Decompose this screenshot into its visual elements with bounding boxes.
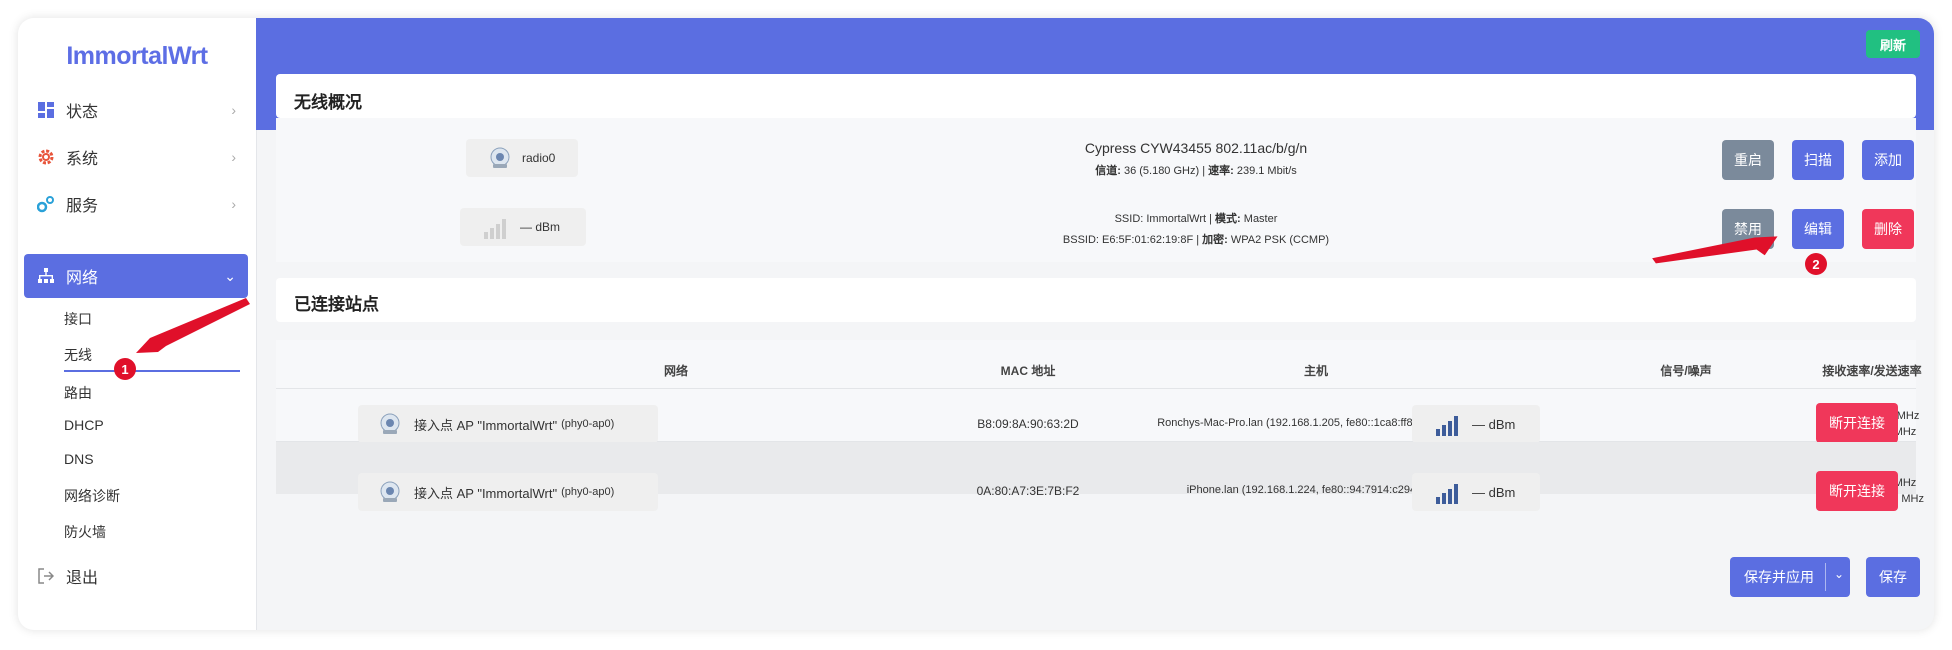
column-header: 接收速率/发送速率 — [1822, 364, 1922, 378]
restart-button[interactable]: 重启 — [1722, 140, 1774, 180]
chevron-down-icon[interactable]: ⌄ — [1834, 567, 1844, 581]
chevron-right-icon: › — [231, 102, 236, 118]
mac-cell: B8:09:8A:90:63:2D — [977, 417, 1079, 431]
main-content: 刷新 无线概况 radio0 Cypress CYW43455 802.11ac… — [256, 18, 1934, 630]
signal-bars-icon — [484, 215, 510, 239]
bssid-line: BSSID: E6:5F:01:62:19:8F | 加密: WPA2 PSK … — [1062, 234, 1330, 246]
app-logo[interactable]: ImmortalWrt — [18, 42, 256, 71]
radio-model: Cypress CYW43455 802.11ac/b/g/n — [1084, 140, 1308, 156]
signal-bars-icon — [1436, 412, 1462, 436]
subnav-wireless[interactable]: 无线 — [64, 345, 92, 365]
sidebar-item-label: 服务 — [66, 198, 99, 215]
signal-badge: — dBm — [460, 208, 586, 246]
split-divider — [1825, 563, 1826, 591]
subnav-dhcp[interactable]: DHCP — [64, 417, 104, 433]
disable-button[interactable]: 禁用 — [1722, 209, 1774, 249]
subnav-dns[interactable]: DNS — [64, 451, 94, 467]
dashboard-icon — [36, 100, 56, 120]
signal-bars-icon — [1436, 480, 1462, 504]
section-title: 已连接站点 — [294, 295, 379, 314]
ssid-line: SSID: ImmortalWrt | 模式: Master — [1114, 213, 1278, 225]
edit-button[interactable]: 编辑 — [1792, 209, 1844, 249]
wireless-router-icon — [488, 146, 512, 170]
gear-icon — [36, 147, 56, 167]
sidebar-item-label: 网络 — [66, 270, 99, 287]
app-window: ImmortalWrt 状态 › 系统 › 服务 › 网络 ⌄ 接口 无线 路由… — [18, 18, 1934, 630]
stations-header: 已连接站点 — [276, 278, 1916, 322]
network-icon — [36, 266, 56, 286]
scan-button[interactable]: 扫描 — [1792, 140, 1844, 180]
subnav-active-indicator — [64, 370, 240, 372]
disconnect-button[interactable]: 断开连接 — [1816, 403, 1898, 443]
radio-badge: radio0 — [466, 139, 578, 177]
sidebar: ImmortalWrt 状态 › 系统 › 服务 › 网络 ⌄ 接口 无线 路由… — [18, 18, 257, 630]
disconnect-button[interactable]: 断开连接 — [1816, 471, 1898, 511]
column-header: MAC 地址 — [1000, 364, 1056, 378]
signal-cell: — dBm — [1412, 473, 1540, 511]
network-cell: 接入点 AP "ImmortalWrt" (phy0-ap0) — [358, 405, 658, 443]
chevron-right-icon: › — [231, 149, 236, 165]
page-title: 无线概况 — [294, 93, 362, 112]
subnav-routes[interactable]: 路由 — [64, 383, 92, 403]
sidebar-item-logout[interactable]: 退出 — [24, 554, 248, 598]
save-apply-button[interactable]: 保存并应用 ⌄ — [1730, 557, 1850, 597]
signal-cell: — dBm — [1412, 405, 1540, 443]
sidebar-item-system[interactable]: 系统 › — [24, 135, 248, 179]
sidebar-item-network[interactable]: 网络 ⌄ — [24, 254, 248, 298]
delete-button[interactable]: 删除 — [1862, 209, 1914, 249]
column-header: 网络 — [663, 364, 688, 378]
column-header: 信号/噪声 — [1660, 364, 1712, 378]
overview-header: 无线概况 — [276, 74, 1916, 118]
column-header: 主机 — [1303, 364, 1328, 378]
subnav-interfaces[interactable]: 接口 — [64, 309, 92, 329]
network-cell: 接入点 AP "ImmortalWrt" (phy0-ap0) — [358, 473, 658, 511]
subnav-diagnostics[interactable]: 网络诊断 — [64, 486, 120, 506]
wireless-ap-icon — [378, 480, 402, 504]
add-button[interactable]: 添加 — [1862, 140, 1914, 180]
sidebar-item-status[interactable]: 状态 › — [24, 88, 248, 132]
annotation-badge: 1 — [114, 358, 136, 380]
wireless-ap-icon — [378, 412, 402, 436]
annotation-badge: 2 — [1805, 253, 1827, 275]
services-icon — [36, 194, 56, 214]
refresh-button[interactable]: 刷新 — [1866, 30, 1920, 58]
sidebar-item-label: 退出 — [66, 570, 99, 587]
sidebar-item-label: 系统 — [66, 151, 99, 168]
chevron-down-icon: ⌄ — [224, 267, 236, 284]
save-button[interactable]: 保存 — [1866, 557, 1920, 597]
subnav-firewall[interactable]: 防火墙 — [64, 522, 106, 542]
mac-cell: 0A:80:A7:3E:7B:F2 — [976, 484, 1080, 498]
chevron-right-icon: › — [231, 196, 236, 212]
radio-details: 信道: 36 (5.180 GHz) | 速率: 239.1 Mbit/s — [1095, 165, 1297, 177]
sidebar-item-services[interactable]: 服务 › — [24, 182, 248, 226]
logout-icon — [36, 566, 56, 586]
sidebar-item-label: 状态 — [66, 104, 99, 121]
